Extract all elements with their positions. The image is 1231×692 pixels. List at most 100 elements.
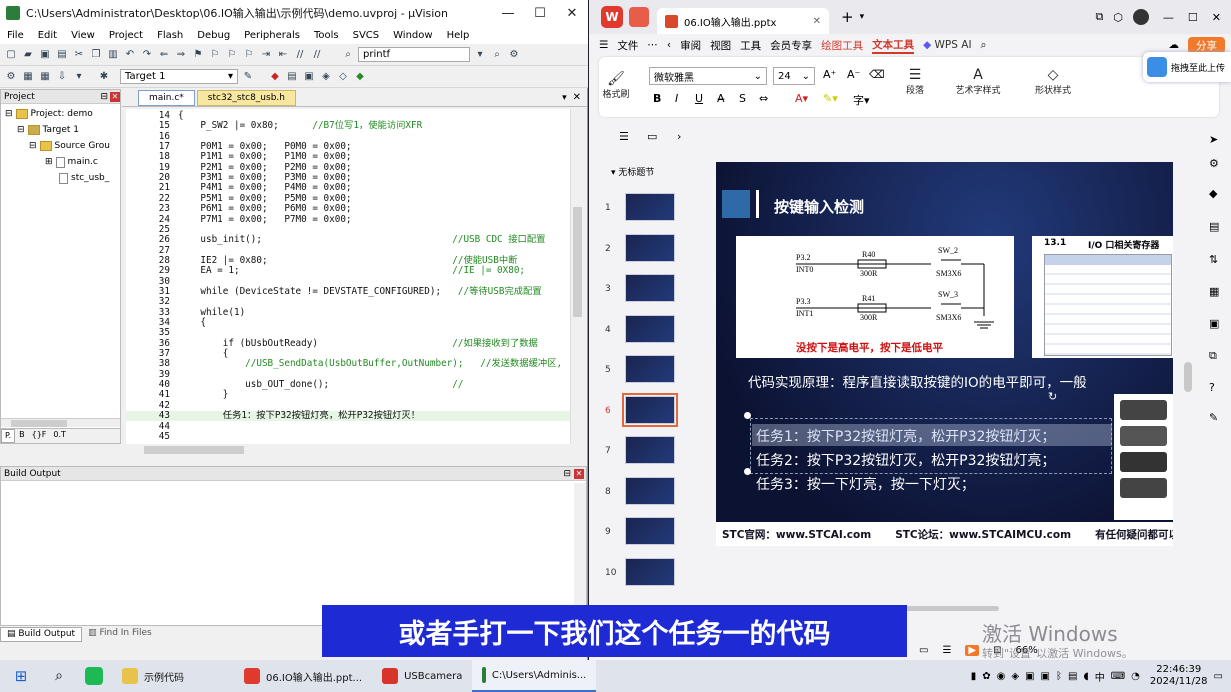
scroll-thumb[interactable]	[11, 420, 67, 427]
panel-close-icon[interactable]: ✕	[574, 468, 584, 479]
tab-main-c[interactable]: main.c*	[138, 90, 195, 106]
chevron-left-icon[interactable]: ‹	[667, 39, 671, 51]
options-for-target-icon[interactable]: ✎	[241, 70, 255, 84]
menu-drawing-tools[interactable]: 绘图工具	[821, 38, 863, 53]
undo-icon[interactable]: ↶	[123, 48, 137, 62]
tray-icon[interactable]: ✿	[982, 671, 990, 682]
minimize-icon[interactable]: —	[492, 0, 524, 26]
resize-handle[interactable]	[744, 412, 751, 419]
bookmark-clear-icon[interactable]: ⚐	[242, 48, 256, 62]
chevron-right-icon[interactable]: ›	[677, 130, 681, 143]
comment-icon[interactable]: //	[293, 48, 307, 62]
code-line[interactable]: EA = 1; //IE |= 0X80;	[178, 266, 525, 276]
rotate-handle-icon[interactable]: ↻	[1048, 390, 1057, 403]
nodes-icon[interactable]: ⇅	[1209, 253, 1218, 266]
slide-vscroll-thumb[interactable]	[1184, 362, 1192, 392]
pin-icon[interactable]: ⊟	[100, 92, 108, 102]
collapse-icon[interactable]: ⊟	[29, 138, 37, 154]
menu-view[interactable]: View	[64, 30, 102, 41]
ime-indicator[interactable]: 中	[1095, 669, 1105, 684]
tab-close-icon[interactable]: ✕	[813, 16, 821, 27]
clock[interactable]: 22:46:39 2024/11/28	[1150, 664, 1208, 688]
find-combo[interactable]: printf	[358, 47, 470, 62]
find-dropdown-icon[interactable]: ▾	[473, 48, 487, 62]
menu-flash[interactable]: Flash	[150, 30, 190, 41]
find-in-files-icon[interactable]: ⌕	[341, 48, 355, 62]
code-line[interactable]: P7M1 = 0x00; P7M0 = 0x00;	[178, 214, 351, 225]
tab-stc32-usb-h[interactable]: stc32_stc8_usb.h	[196, 90, 296, 106]
task-3-text[interactable]: 任务3：按一下灯亮，按一下灯灭；	[756, 474, 975, 494]
code-line[interactable]: {	[178, 317, 206, 328]
bold-icon[interactable]: B	[653, 92, 661, 105]
packs-icon[interactable]: ◆	[353, 70, 367, 84]
paragraph-button[interactable]: ☰ 段落	[897, 67, 933, 96]
target-select[interactable]: Target 1 ▾	[120, 69, 238, 84]
slide-canvas[interactable]: 按键输入检测 P3.2 INT0 R40 300R SW_2 SM3X6 P3.…	[716, 162, 1173, 546]
keyboard-icon[interactable]: ⌨	[1111, 671, 1125, 682]
open-folder-icon[interactable]: ▰	[21, 48, 35, 62]
select-software-icon[interactable]: ▣	[302, 70, 316, 84]
underline-icon[interactable]: U	[695, 92, 703, 105]
taskbar-app-usbcamera[interactable]: USBcamera	[372, 660, 472, 692]
pin-icon[interactable]: ⊟	[563, 469, 571, 479]
mirror-icon[interactable]: ⧉	[1209, 349, 1217, 363]
diamond-icon[interactable]: ◆	[1209, 187, 1217, 200]
menu-review[interactable]: 审阅	[680, 38, 701, 53]
save-icon[interactable]: ▣	[38, 48, 52, 62]
slide-thumbnail[interactable]	[625, 436, 675, 464]
config-icon[interactable]: ◇	[336, 70, 350, 84]
rebuild-icon[interactable]: ▦	[38, 70, 52, 84]
comment-icon[interactable]: ☰	[942, 645, 951, 656]
bookmark-next-icon[interactable]: ⚐	[225, 48, 239, 62]
tab-build-output[interactable]: ▤ Build Output	[0, 627, 83, 642]
editor-close-icon[interactable]: ✕	[573, 92, 581, 103]
build-icon[interactable]: ▦	[21, 70, 35, 84]
slide-thumbnail[interactable]	[625, 355, 675, 383]
clear-format-icon[interactable]: ⌫	[869, 68, 885, 81]
menu-view[interactable]: 视图	[710, 38, 731, 53]
code-line[interactable]: P_SW2 |= 0x80; //B7位写1，使能访问XFR	[178, 121, 422, 131]
menu-edit[interactable]: Edit	[31, 30, 64, 41]
indent-icon[interactable]: ⇥	[259, 48, 273, 62]
code-line[interactable]: }	[178, 390, 229, 401]
notes-icon[interactable]: ▭	[919, 645, 928, 656]
grid-icon[interactable]: ▦	[1209, 285, 1219, 298]
doc-tab[interactable]: 06.IO输入输出.pptx ✕	[657, 8, 829, 34]
windows-start-icon[interactable]: ⊞	[0, 667, 42, 685]
taskbar-app-explorer[interactable]: 示例代码	[112, 660, 194, 692]
shape-style-button[interactable]: ◇ 形状样式	[1023, 67, 1083, 96]
forward-icon[interactable]: ⇒	[174, 48, 188, 62]
bluetooth-icon[interactable]: ᛒ	[1056, 671, 1062, 682]
copy-icon[interactable]: ❐	[89, 48, 103, 62]
highlight-icon[interactable]: ✎▾	[823, 92, 838, 105]
editor-vscrollbar[interactable]	[570, 109, 584, 444]
search-icon[interactable]: ⌕	[981, 39, 987, 52]
tab-functions[interactable]: {}F	[29, 429, 50, 443]
run-env-icon[interactable]: ◈	[319, 70, 333, 84]
code-line[interactable]: while (DeviceState != DEVSTATE_CONFIGURE…	[178, 286, 541, 297]
slide-thumbnail[interactable]	[625, 274, 675, 302]
uncomment-icon[interactable]: //	[310, 48, 324, 62]
tray-icon[interactable]: ◈	[1011, 671, 1019, 682]
shadow-icon[interactable]: S	[739, 92, 746, 105]
pointer-icon[interactable]: ➤	[1209, 133, 1218, 146]
batch-build-icon[interactable]: ✱	[97, 70, 111, 84]
slide-thumbnail[interactable]	[625, 476, 675, 505]
tree-target[interactable]: ⊟ Target 1	[5, 122, 120, 138]
editor-hscrollbar[interactable]	[126, 444, 584, 456]
tab-books[interactable]: B	[16, 429, 28, 443]
translate-icon[interactable]: ⚙	[4, 70, 18, 84]
code-editor[interactable]: 14{15 P_SW2 |= 0x80; //B7位写1，使能访问XFR 16 17…	[126, 109, 570, 444]
avatar[interactable]	[1132, 9, 1149, 25]
collapse-icon[interactable]: ⊟	[17, 122, 25, 138]
code-line[interactable]: P6M1 = 0x00; P6M0 = 0x00;	[178, 203, 351, 214]
close-icon[interactable]: ✕	[1212, 11, 1221, 24]
collapse-icon[interactable]: ⊟	[5, 106, 13, 122]
help-icon[interactable]: ?	[1209, 381, 1215, 394]
more-icon[interactable]: ⋯	[647, 39, 658, 51]
tree-file-main[interactable]: ⊞ main.c	[5, 154, 120, 170]
font-size-select[interactable]: 24 ⌄	[773, 67, 815, 85]
font-name-select[interactable]: 微软雅黑 ⌄	[649, 67, 767, 85]
wechat-icon[interactable]	[76, 667, 112, 685]
task-2-text[interactable]: 任务2：按下P32按钮灯灭，松开P32按钮灯亮；	[756, 450, 1055, 470]
